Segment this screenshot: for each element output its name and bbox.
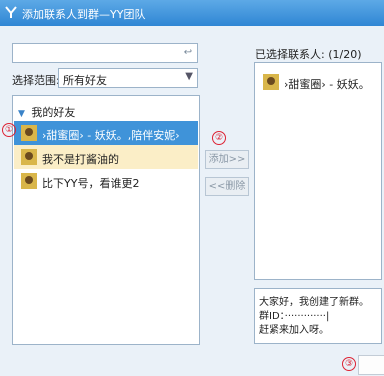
message-line: 群ID：·············| bbox=[259, 311, 330, 322]
step-marker-1: ① bbox=[2, 123, 16, 137]
selected-count-label: 已选择联系人: (1/20) bbox=[255, 48, 362, 61]
step-marker-3: ③ bbox=[342, 357, 356, 371]
avatar-icon bbox=[21, 149, 37, 165]
message-line: 大家好，我创建了新群。 bbox=[259, 297, 369, 308]
selected-list-panel[interactable]: ›甜蜜圈› - 妖妖。 bbox=[254, 62, 382, 280]
friend-row[interactable]: 我不是打酱油的 bbox=[14, 145, 198, 169]
chevron-down-icon: ▼ bbox=[185, 71, 193, 82]
invite-message-input[interactable]: 大家好，我创建了新群。 群ID：·············| 赶紧来加入呀。 bbox=[254, 288, 382, 344]
scope-label: 选择范围: bbox=[12, 74, 60, 87]
window-title: 添加联系人到群—YY团队 bbox=[22, 8, 146, 21]
friend-name: 我不是打酱油的 bbox=[42, 153, 119, 166]
title-bar: 添加联系人到群—YY团队 bbox=[0, 0, 384, 26]
search-submit-icon[interactable]: ↩ bbox=[181, 46, 195, 60]
message-line: 赶紧来加入呀。 bbox=[259, 325, 329, 336]
selected-row[interactable]: ›甜蜜圈› - 妖妖。 bbox=[256, 70, 380, 94]
avatar-icon bbox=[263, 74, 279, 90]
step-marker-2: ② bbox=[212, 131, 226, 145]
yy-logo-icon bbox=[5, 6, 17, 18]
remove-button[interactable]: <<删除 bbox=[205, 177, 249, 196]
avatar-icon bbox=[21, 125, 37, 141]
scope-value: 所有好友 bbox=[63, 74, 107, 87]
friend-list-panel[interactable]: ▼ 我的好友 ›甜蜜圈› - 妖妖。,陪伴安妮› 我不是打酱油的 比下YY号，看… bbox=[12, 95, 200, 345]
friend-row[interactable]: ›甜蜜圈› - 妖妖。,陪伴安妮› bbox=[14, 121, 198, 145]
group-header[interactable]: ▼ 我的好友 bbox=[18, 104, 75, 120]
avatar-icon bbox=[21, 173, 37, 189]
search-input[interactable]: ↩ bbox=[12, 43, 198, 63]
group-label: 我的好友 bbox=[31, 106, 76, 119]
scope-select[interactable]: 所有好友 ▼ bbox=[58, 68, 198, 88]
add-button[interactable]: 添加>> bbox=[205, 150, 249, 169]
confirm-button[interactable] bbox=[358, 355, 384, 375]
friend-name: 比下YY号，看谁更2 bbox=[42, 177, 140, 190]
expand-triangle-icon[interactable]: ▼ bbox=[18, 109, 25, 119]
selected-name: ›甜蜜圈› - 妖妖。 bbox=[284, 78, 370, 91]
friend-name: ›甜蜜圈› - 妖妖。,陪伴安妮› bbox=[42, 129, 180, 142]
friend-row[interactable]: 比下YY号，看谁更2 bbox=[14, 169, 198, 193]
